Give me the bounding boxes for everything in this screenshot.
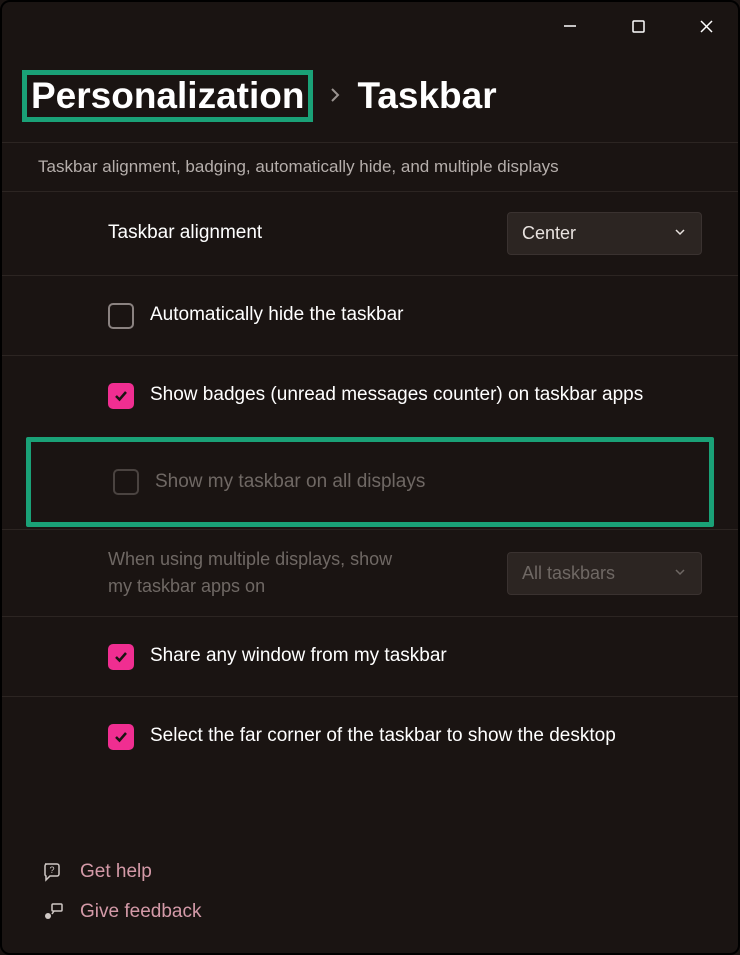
- chevron-down-icon: [661, 223, 687, 244]
- highlighted-setting: Show my taskbar on all displays: [26, 437, 714, 527]
- all-displays-label: Show my taskbar on all displays: [155, 469, 697, 496]
- check-icon: [113, 729, 129, 745]
- all-displays-checkbox: [113, 469, 139, 495]
- multi-display-dropdown: All taskbars: [507, 552, 702, 595]
- auto-hide-label: Automatically hide the taskbar: [150, 302, 702, 329]
- all-displays-row: Show my taskbar on all displays: [31, 442, 709, 522]
- show-badges-label: Show badges (unread messages counter) on…: [150, 382, 702, 409]
- show-badges-row: Show badges (unread messages counter) on…: [2, 355, 738, 435]
- give-feedback-link[interactable]: Give feedback: [42, 901, 201, 923]
- close-button[interactable]: [686, 10, 726, 42]
- share-window-checkbox[interactable]: [108, 644, 134, 670]
- help-icon: ?: [42, 861, 64, 883]
- give-feedback-label: Give feedback: [80, 901, 201, 923]
- taskbar-alignment-dropdown[interactable]: Center: [507, 212, 702, 255]
- taskbar-alignment-label: Taskbar alignment: [108, 220, 491, 247]
- share-window-label: Share any window from my taskbar: [150, 643, 702, 670]
- far-corner-checkbox[interactable]: [108, 724, 134, 750]
- taskbar-alignment-row: Taskbar alignment Center: [2, 191, 738, 275]
- get-help-link[interactable]: ? Get help: [42, 861, 201, 883]
- chevron-down-icon: [661, 563, 687, 584]
- share-window-row: Share any window from my taskbar: [2, 616, 738, 696]
- check-icon: [113, 649, 129, 665]
- feedback-icon: [42, 901, 64, 923]
- page-title: Taskbar: [357, 75, 496, 117]
- check-icon: [113, 388, 129, 404]
- multi-display-label: When using multiple displays, show my ta…: [108, 546, 408, 600]
- multi-display-row: When using multiple displays, show my ta…: [2, 529, 738, 616]
- far-corner-row: Select the far corner of the taskbar to …: [2, 696, 738, 776]
- auto-hide-row: Automatically hide the taskbar: [2, 275, 738, 355]
- maximize-button[interactable]: [618, 10, 658, 42]
- minimize-button[interactable]: [550, 10, 590, 42]
- chevron-right-icon: [325, 80, 345, 112]
- show-badges-checkbox[interactable]: [108, 383, 134, 409]
- dropdown-value: All taskbars: [522, 563, 615, 584]
- breadcrumb-parent[interactable]: Personalization: [22, 70, 313, 122]
- auto-hide-checkbox[interactable]: [108, 303, 134, 329]
- svg-text:?: ?: [49, 865, 54, 875]
- get-help-label: Get help: [80, 861, 152, 883]
- section-description: Taskbar alignment, badging, automaticall…: [2, 142, 738, 191]
- dropdown-value: Center: [522, 223, 576, 244]
- far-corner-label: Select the far corner of the taskbar to …: [150, 723, 702, 750]
